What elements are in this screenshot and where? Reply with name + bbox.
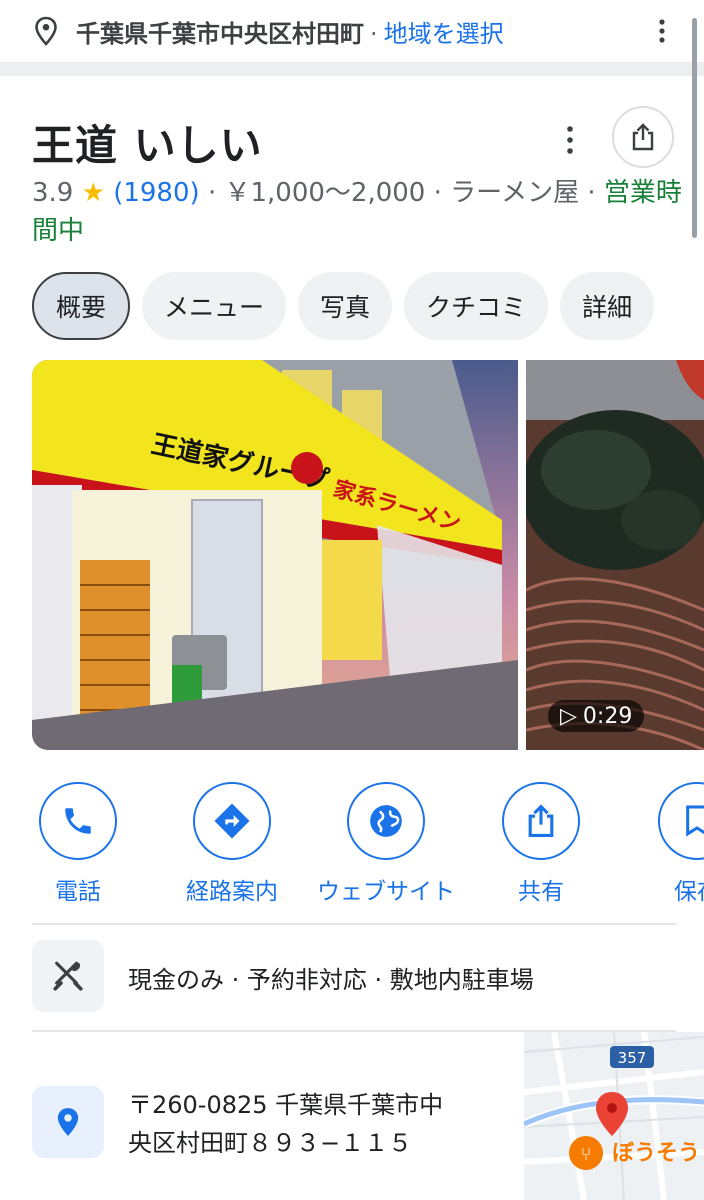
directions-label: 経路案内 <box>186 879 278 905</box>
share-button-circle[interactable] <box>502 782 580 860</box>
place-meta: 3.9 ★ (1980) · ￥1,000〜2,000 · ラーメン屋 · 営業… <box>32 178 682 246</box>
share-icon <box>632 123 654 151</box>
bookmark-icon <box>686 805 704 837</box>
rating-value: 3.9 <box>32 178 74 208</box>
website-button-circle[interactable] <box>347 782 425 860</box>
address-icon-container <box>32 1086 104 1158</box>
action-buttons: 電話 経路案内 ウェブサイト 共有 保 <box>0 782 704 905</box>
video-duration-badge: ▷ 0:29 <box>548 700 645 732</box>
call-button-circle[interactable] <box>39 782 117 860</box>
star-icon: ★ <box>81 178 105 208</box>
location-minimap[interactable]: 357 ⑂ ぼうそう <box>524 1032 704 1200</box>
directions-button-circle[interactable] <box>193 782 271 860</box>
place-more-options-icon[interactable] <box>556 122 584 158</box>
address-line-1: 〒260-0825 千葉県千葉市中 <box>128 1091 444 1119</box>
location-text: 千葉県千葉市中央区村田町 · 地域を選択 <box>76 14 504 49</box>
review-count-link[interactable]: (1980) <box>113 178 199 208</box>
share-place-button[interactable] <box>612 106 674 168</box>
address-text[interactable]: 〒260-0825 千葉県千葉市中 央区村田町８９３−１１５ <box>128 1086 508 1162</box>
price-range: ￥1,000〜2,000 <box>224 178 426 208</box>
tab-photos[interactable]: 写真 <box>298 272 393 340</box>
save-button[interactable]: 保存 <box>617 782 704 906</box>
directions-button[interactable]: 経路案内 <box>152 782 312 906</box>
minimap-place-label: ぼうそう <box>612 1141 700 1166</box>
location-pin-icon <box>57 1108 79 1136</box>
save-label: 保存 <box>674 879 704 905</box>
tab-bar: 概要 メニュー 写真 クチコミ 詳細 <box>32 272 655 340</box>
share-label: 共有 <box>518 879 564 905</box>
website-label: ウェブサイト <box>317 879 455 905</box>
minimap-illustration: 357 ⑂ ぼうそう <box>524 1032 704 1200</box>
top-divider <box>0 62 704 76</box>
play-icon: ▷ <box>560 703 577 729</box>
route-badge: 357 <box>618 1049 647 1067</box>
tab-overview[interactable]: 概要 <box>32 272 131 340</box>
restaurant-icon-container <box>32 940 104 1012</box>
top-bar: 千葉県千葉市中央区村田町 · 地域を選択 <box>0 0 704 62</box>
amenities-text[interactable]: 現金のみ · 予約非対応 · 敷地内駐車場 <box>128 960 534 995</box>
tab-menu[interactable]: メニュー <box>142 272 287 340</box>
globe-icon <box>370 805 402 837</box>
tab-details[interactable]: 詳細 <box>560 272 655 340</box>
call-label: 電話 <box>55 879 101 905</box>
call-button[interactable]: 電話 <box>0 782 158 906</box>
noodle-illustration <box>526 360 704 750</box>
tab-reviews[interactable]: クチコミ <box>404 272 549 340</box>
scrollbar[interactable] <box>692 18 697 238</box>
section-divider <box>32 923 676 925</box>
website-button[interactable]: ウェブサイト <box>306 782 466 906</box>
save-button-circle[interactable] <box>658 782 704 860</box>
location-pin-icon <box>35 16 57 46</box>
storefront-illustration: 王道家グループ 家系ラーメン <box>32 360 518 750</box>
storefront-photo[interactable]: 王道家グループ 家系ラーメン <box>32 360 518 750</box>
share-icon <box>528 804 554 837</box>
category: ラーメン屋 <box>450 178 580 208</box>
separator-dot: · <box>370 20 378 48</box>
svg-text:⑂: ⑂ <box>581 1144 592 1165</box>
video-duration: 0:29 <box>582 703 633 729</box>
directions-icon <box>214 803 250 839</box>
place-title: 王道 いしい <box>32 121 263 170</box>
food-video-thumbnail[interactable] <box>526 360 704 750</box>
select-region-link[interactable]: 地域を選択 <box>384 20 504 48</box>
more-options-icon[interactable] <box>650 16 674 46</box>
address-line-2: 央区村田町８９３−１１５ <box>128 1129 413 1157</box>
share-button[interactable]: 共有 <box>461 782 621 906</box>
phone-icon <box>65 808 91 834</box>
current-location: 千葉県千葉市中央区村田町 <box>76 20 364 48</box>
fork-knife-icon <box>53 961 83 991</box>
